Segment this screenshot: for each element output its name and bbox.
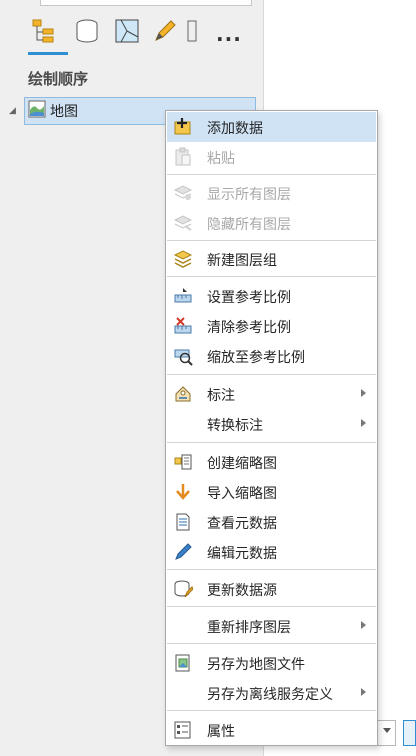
edit-metadata-icon [172, 542, 194, 562]
data-source-icon[interactable] [72, 14, 102, 48]
menu-item-convert-labels[interactable]: 转换标注 [167, 409, 376, 439]
menu-item-reorder-layers[interactable]: 重新排序图层 [167, 611, 376, 641]
menu-item-update-data-source[interactable]: 更新数据源 [167, 574, 376, 604]
menu-separator [167, 710, 376, 711]
menu-item-create-thumbnail[interactable]: 创建缩略图 [167, 447, 376, 477]
selection-icon[interactable] [112, 14, 142, 48]
menu-item-clear-reference-scale[interactable]: 清除参考比例 [167, 311, 376, 341]
menu-separator [167, 240, 376, 241]
menu-separator [167, 276, 376, 277]
view-metadata-icon [172, 512, 194, 532]
editing-pencil-icon[interactable] [150, 14, 180, 48]
menu-item-import-thumbnail[interactable]: 导入缩略图 [167, 477, 376, 507]
toolbar-button[interactable] [403, 720, 416, 746]
zoom-reference-scale-icon [172, 346, 194, 366]
save-map-file-icon [172, 653, 194, 673]
set-reference-scale-icon [172, 286, 194, 306]
properties-icon [172, 720, 194, 740]
menu-separator [167, 569, 376, 570]
section-title: 绘制顺序 [28, 70, 89, 88]
menu-item-save-map-file[interactable]: 另存为地图文件 [167, 648, 376, 678]
contents-toolbar: ... [26, 14, 256, 54]
collapse-triangle-icon[interactable]: ◢ [9, 106, 16, 116]
tree-item-label: 地图 [50, 104, 78, 120]
menu-item-label[interactable]: 标注 [167, 379, 376, 409]
context-menu: 添加数据 粘贴 显示所有图层 隐藏所有图层 新建图层组 设置参考比例 清除参考比… [165, 110, 378, 746]
menu-item-edit-metadata[interactable]: 编辑元数据 [167, 537, 376, 567]
menu-item-hide-all-layers: 隐藏所有图层 [167, 208, 376, 238]
map-icon [28, 100, 46, 122]
menu-separator [167, 643, 376, 644]
drawing-order-icon[interactable] [28, 14, 58, 48]
hide-layers-icon [172, 213, 194, 233]
chevron-down-icon [383, 728, 391, 733]
paste-icon [172, 147, 194, 167]
snapping-icon[interactable] [184, 14, 198, 48]
more-tabs-button[interactable]: ... [216, 22, 242, 46]
create-thumbnail-icon [172, 452, 194, 472]
label-icon [172, 384, 194, 404]
menu-separator [167, 174, 376, 175]
add-data-icon [172, 117, 194, 137]
active-tab-indicator [28, 52, 68, 55]
update-data-source-icon [172, 579, 194, 599]
menu-item-save-offline-service[interactable]: 另存为离线服务定义 [167, 678, 376, 708]
show-layers-icon [172, 183, 194, 203]
menu-item-show-all-layers: 显示所有图层 [167, 178, 376, 208]
menu-item-properties[interactable]: 属性 [167, 715, 376, 745]
menu-separator [167, 606, 376, 607]
menu-item-add-data[interactable]: 添加数据 [167, 112, 376, 142]
submenu-arrow-icon [361, 688, 366, 696]
import-thumbnail-icon [172, 482, 194, 502]
submenu-arrow-icon [361, 389, 366, 397]
menu-item-paste: 粘贴 [167, 142, 376, 172]
menu-item-zoom-reference-scale[interactable]: 缩放至参考比例 [167, 341, 376, 371]
menu-item-set-reference-scale[interactable]: 设置参考比例 [167, 281, 376, 311]
menu-item-view-metadata[interactable]: 查看元数据 [167, 507, 376, 537]
new-group-layer-icon [172, 249, 194, 269]
submenu-arrow-icon [361, 419, 366, 427]
menu-separator [167, 442, 376, 443]
menu-separator [167, 374, 376, 375]
clear-reference-scale-icon [172, 316, 194, 336]
search-box[interactable] [40, 0, 252, 6]
submenu-arrow-icon [361, 621, 366, 629]
menu-item-new-group-layer[interactable]: 新建图层组 [167, 244, 376, 274]
